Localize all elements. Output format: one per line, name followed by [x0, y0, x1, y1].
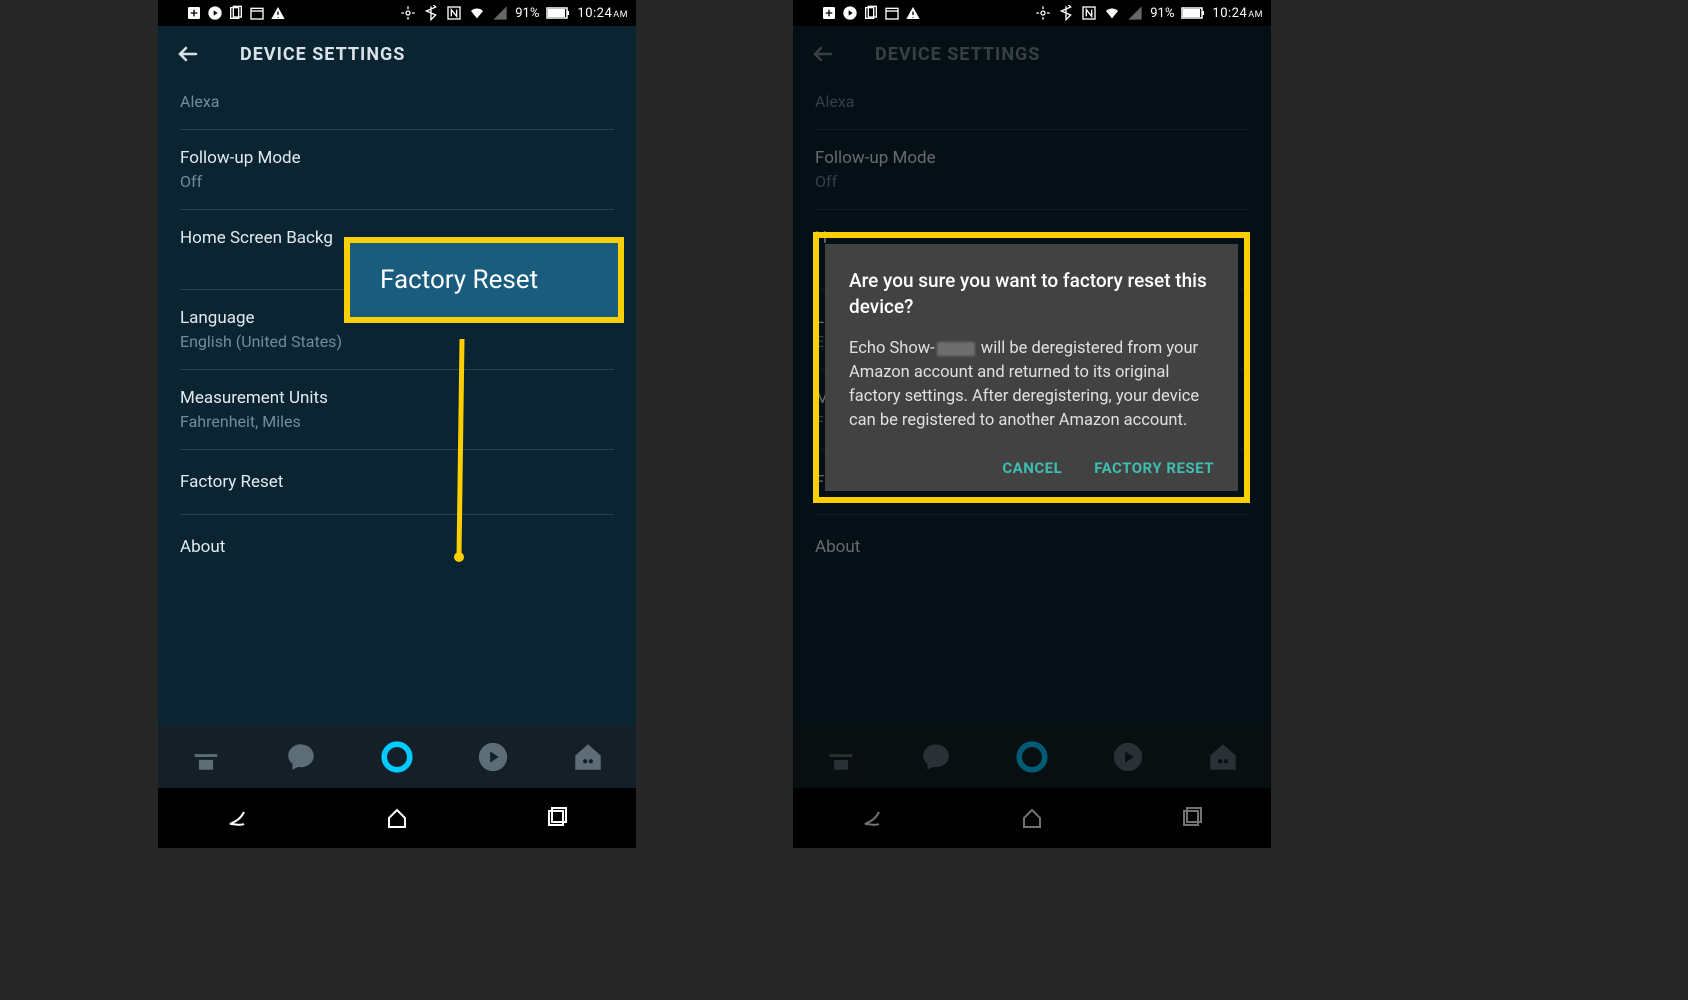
- battery-icon: [1181, 7, 1205, 19]
- setting-value: English (United States): [180, 332, 614, 351]
- app-header: DEVICE SETTINGS: [158, 26, 636, 82]
- callout-label: Factory Reset: [380, 265, 538, 295]
- dialog-title: Are you sure you want to factory reset t…: [849, 268, 1214, 319]
- wifi-icon: [469, 5, 485, 21]
- copy-icon: [228, 5, 244, 21]
- factory-reset-button[interactable]: FACTORY RESET: [1094, 459, 1214, 477]
- phone-screenshot-right: 91% 10:24AM DEVICE SETTINGS Alexa Follow…: [793, 0, 1271, 848]
- redacted-device-id: [937, 342, 975, 356]
- signal-icon: [492, 5, 508, 21]
- battery-icon: [546, 7, 570, 19]
- gps-icon: [400, 5, 416, 21]
- gps-icon: [1035, 5, 1051, 21]
- warning-icon: [270, 5, 286, 21]
- nfc-icon: [446, 5, 462, 21]
- setting-about[interactable]: About: [180, 515, 614, 579]
- alexa-tab-icon[interactable]: [380, 740, 414, 774]
- plus-box-icon: [186, 5, 202, 21]
- battery-text: 91%: [515, 6, 539, 21]
- android-status-bar: 91% 10:24AM: [793, 0, 1271, 26]
- setting-alexa[interactable]: Alexa: [180, 82, 614, 130]
- copy-icon: [863, 5, 879, 21]
- calendar-icon: [249, 5, 265, 21]
- setting-value: Fahrenheit, Miles: [180, 412, 614, 431]
- nav-back-icon[interactable]: [226, 806, 250, 830]
- battery-text: 91%: [1150, 6, 1174, 21]
- settings-list: Alexa Follow-up Mode Off Home Screen Bac…: [158, 82, 636, 579]
- plus-box-icon: [821, 5, 837, 21]
- nav-recent-icon[interactable]: [544, 806, 568, 830]
- music-icon: [207, 5, 223, 21]
- bottom-tab-bar: [158, 726, 636, 788]
- home-tab-icon[interactable]: [189, 740, 223, 774]
- page-title: DEVICE SETTINGS: [240, 44, 405, 65]
- smarthome-tab-icon[interactable]: [571, 740, 605, 774]
- back-icon[interactable]: [176, 42, 200, 66]
- music-icon: [842, 5, 858, 21]
- warning-icon: [905, 5, 921, 21]
- chat-tab-icon[interactable]: [284, 740, 318, 774]
- setting-label: Factory Reset: [180, 472, 614, 492]
- status-time: 10:24AM: [577, 6, 628, 21]
- setting-value: Off: [180, 172, 614, 191]
- setting-factory-reset[interactable]: Factory Reset: [180, 450, 614, 515]
- setting-value: Alexa: [180, 92, 614, 111]
- dialog-body: Echo Show- will be deregistered from you…: [849, 337, 1214, 433]
- callout-dot: [454, 552, 464, 562]
- dialog-highlight: Are you sure you want to factory reset t…: [813, 232, 1250, 503]
- bluetooth-icon: [423, 5, 439, 21]
- confirm-dialog: Are you sure you want to factory reset t…: [825, 244, 1238, 491]
- cancel-button[interactable]: CANCEL: [1002, 459, 1062, 477]
- android-status-bar: 91% 10:24AM: [158, 0, 636, 26]
- setting-label: Follow-up Mode: [180, 148, 614, 168]
- calendar-icon: [884, 5, 900, 21]
- setting-units[interactable]: Measurement Units Fahrenheit, Miles: [180, 370, 614, 450]
- bluetooth-icon: [1058, 5, 1074, 21]
- nav-home-icon[interactable]: [385, 806, 409, 830]
- android-nav-bar: [158, 788, 636, 848]
- wifi-icon: [1104, 5, 1120, 21]
- dialog-actions: CANCEL FACTORY RESET: [849, 459, 1214, 477]
- nfc-icon: [1081, 5, 1097, 21]
- setting-label: Measurement Units: [180, 388, 614, 408]
- status-time: 10:24AM: [1212, 6, 1263, 21]
- setting-followup[interactable]: Follow-up Mode Off: [180, 130, 614, 210]
- setting-label: About: [180, 537, 614, 557]
- phone-screenshot-left: 91% 10:24AM DEVICE SETTINGS Alexa Follow…: [158, 0, 636, 848]
- play-tab-icon[interactable]: [476, 740, 510, 774]
- callout-factory-reset: Factory Reset: [344, 237, 624, 323]
- signal-icon: [1127, 5, 1143, 21]
